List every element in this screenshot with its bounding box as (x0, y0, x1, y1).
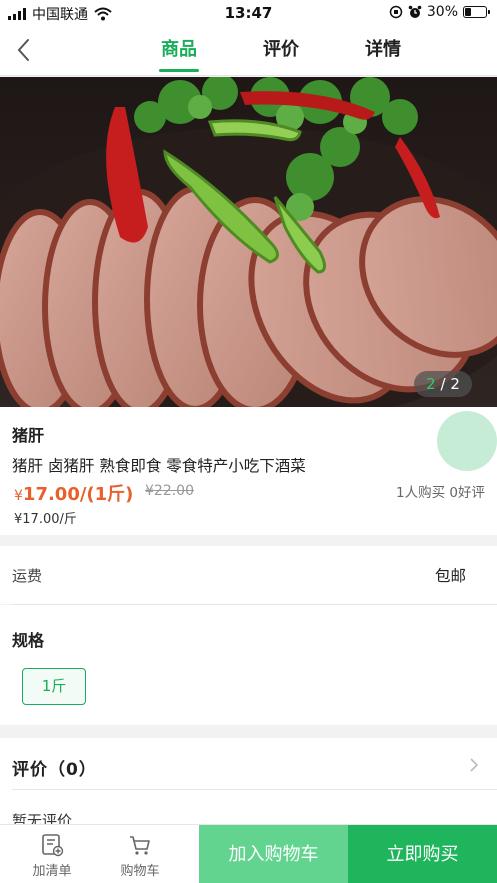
share-button[interactable] (437, 411, 497, 471)
shipping-row: 运费 包邮 (0, 546, 497, 604)
cart-icon (130, 836, 150, 855)
review-section[interactable]: 评价（0） 暂无评价 (0, 738, 497, 830)
chevron-right-icon[interactable] (467, 754, 481, 776)
spec-section: 规格 1斤 (0, 605, 497, 725)
orientation-lock-icon (389, 5, 403, 19)
tab-reviews[interactable]: 评价 (230, 26, 332, 74)
buy-now-button[interactable]: 立即购买 (348, 825, 497, 883)
battery-icon (463, 6, 490, 18)
spec-title: 规格 (12, 631, 45, 650)
add-to-cart-button[interactable]: 加入购物车 (199, 825, 348, 883)
original-price: ¥22.00 (145, 483, 194, 499)
divider (12, 789, 497, 790)
image-counter-total: 2 (450, 375, 460, 393)
image-counter: 2 / 2 (414, 371, 472, 397)
cart-label: 购物车 (120, 864, 160, 879)
cart-button[interactable]: 购物车 (100, 825, 180, 883)
battery-fill (465, 8, 471, 16)
battery-percent: 30% (426, 4, 458, 20)
unit-price: ¥17.00/斤 (14, 512, 77, 527)
tab-bar: 商品 评价 详情 (128, 26, 434, 74)
top-nav: 商品 评价 详情 (0, 26, 497, 76)
add-to-list-label: 加清单 (32, 864, 72, 879)
currency-symbol: ¥ (14, 488, 23, 504)
price-value: 17.00/(1斤) (22, 484, 134, 505)
spec-option-1jin[interactable]: 1斤 (22, 668, 86, 705)
product-info: 猪肝 猪肝 卤猪肝 熟食即食 零食特产小吃下酒菜 ¥17.00/(1斤) ¥22… (0, 407, 497, 535)
sliced-liver-photo (0, 77, 497, 407)
product-image[interactable]: 2 / 2 (0, 77, 497, 407)
tab-details[interactable]: 详情 (332, 26, 434, 74)
product-name: 猪肝 (12, 426, 45, 445)
alarm-icon (408, 5, 422, 18)
shipping-label: 运费 (12, 567, 43, 585)
status-bar: 中国联通 13:47 30% (0, 0, 497, 26)
product-price: ¥17.00/(1斤) (14, 480, 133, 506)
image-counter-separator: / (440, 375, 446, 393)
product-description: 猪肝 卤猪肝 熟食即食 零食特产小吃下酒菜 (12, 457, 306, 475)
review-title: 评价（0） (12, 760, 97, 780)
sales-stats: 1人购买 0好评 (396, 485, 485, 501)
tab-product[interactable]: 商品 (128, 26, 230, 74)
image-counter-current: 2 (426, 375, 436, 393)
list-add-icon (42, 834, 64, 857)
back-arrow-icon[interactable] (12, 36, 36, 64)
product-page: 中国联通 13:47 30% 商品 评价 详情 2 / 2 猪肝 猪肝 卤猪肝 … (0, 0, 497, 883)
status-right: 30% (389, 4, 490, 20)
bottom-action-bar: 加清单 购物车 加入购物车 立即购买 (0, 824, 497, 883)
shipping-value: 包邮 (434, 567, 466, 585)
add-to-list-button[interactable]: 加清单 (12, 825, 92, 883)
